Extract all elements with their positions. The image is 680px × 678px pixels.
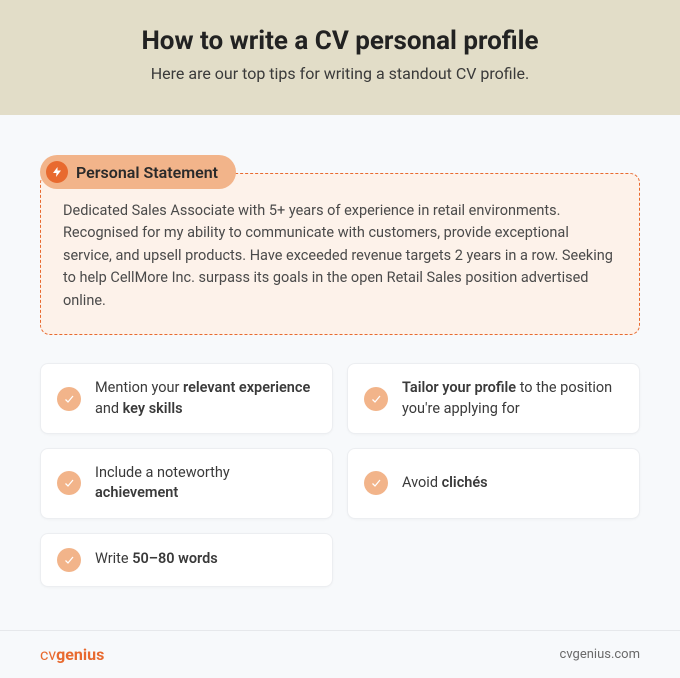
- page-title: How to write a CV personal profile: [40, 26, 640, 56]
- personal-statement-tag: Personal Statement: [40, 155, 236, 189]
- tag-row: Personal Statement: [40, 155, 640, 189]
- tip-text: Write 50–80 words: [95, 549, 218, 569]
- logo-prefix: cv: [40, 645, 56, 664]
- tip-item: Mention your relevant experience and key…: [40, 363, 333, 434]
- check-icon: [57, 387, 81, 411]
- tip-text: Avoid clichés: [402, 473, 488, 493]
- check-icon: [364, 387, 388, 411]
- tip-item: Include a noteworthy achievement: [40, 448, 333, 519]
- bolt-icon: [46, 161, 68, 183]
- footer-url: cvgenius.com: [560, 647, 640, 662]
- logo: cvgenius: [40, 645, 104, 664]
- page-subtitle: Here are our top tips for writing a stan…: [40, 64, 640, 83]
- tip-text: Tailor your profile to the position you'…: [402, 378, 623, 419]
- header: How to write a CV personal profile Here …: [0, 0, 680, 115]
- tip-text: Include a noteworthy achievement: [95, 463, 316, 504]
- tag-label: Personal Statement: [76, 163, 218, 182]
- footer: cvgenius cvgenius.com: [0, 630, 680, 678]
- logo-bold: genius: [56, 645, 104, 664]
- tip-item: Write 50–80 words: [40, 533, 333, 587]
- check-icon: [364, 471, 388, 495]
- tips-grid: Mention your relevant experience and key…: [40, 363, 640, 586]
- tip-item: Tailor your profile to the position you'…: [347, 363, 640, 434]
- tip-item: Avoid clichés: [347, 448, 640, 519]
- tip-text: Mention your relevant experience and key…: [95, 378, 316, 419]
- check-icon: [57, 471, 81, 495]
- content: Personal Statement Dedicated Sales Assoc…: [0, 115, 680, 627]
- check-icon: [57, 548, 81, 572]
- statement-box: Dedicated Sales Associate with 5+ years …: [40, 173, 640, 335]
- statement-text: Dedicated Sales Associate with 5+ years …: [63, 202, 613, 309]
